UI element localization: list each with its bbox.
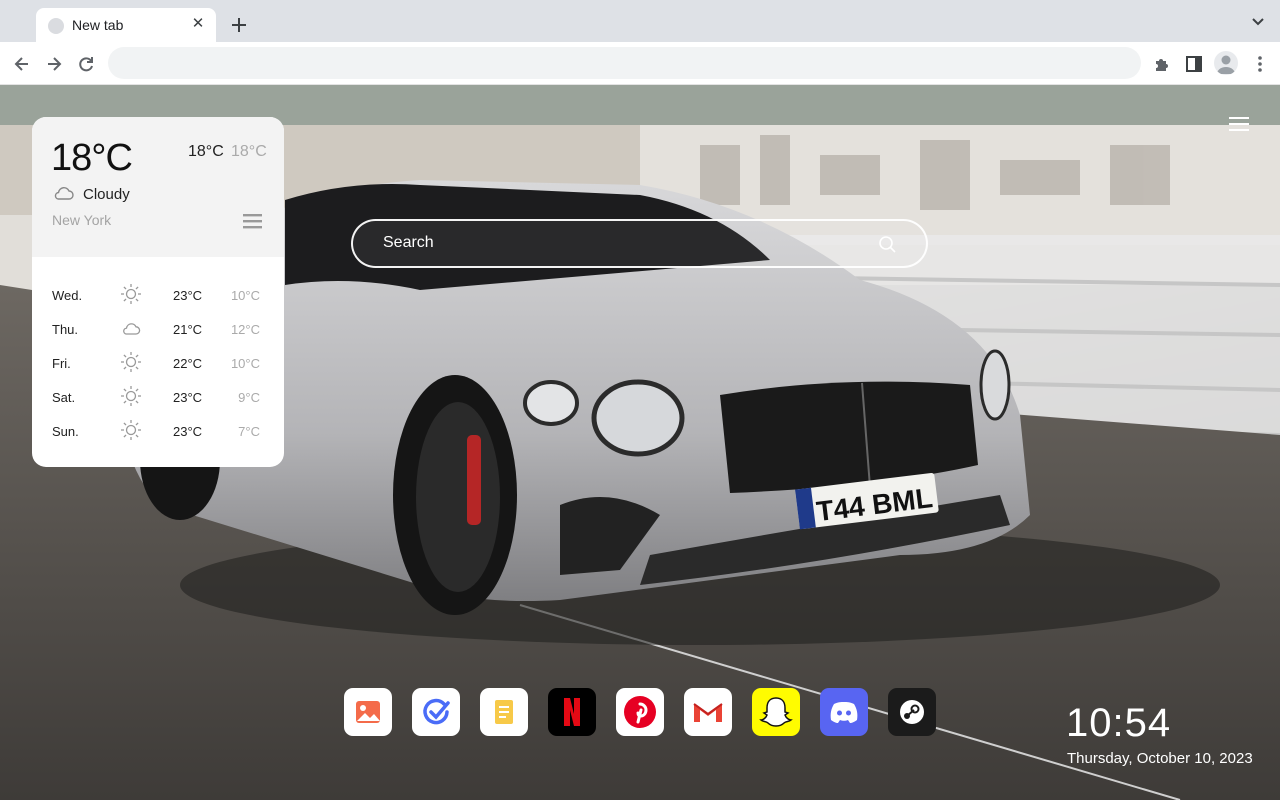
- pinterest-app-icon[interactable]: [616, 688, 664, 736]
- cloud-icon: [123, 323, 141, 335]
- forecast-high: 21°C: [173, 322, 203, 337]
- plus-icon[interactable]: [228, 14, 250, 36]
- search-icon[interactable]: [878, 235, 896, 253]
- forecast-row: Thu. 21°C 12°C: [32, 309, 284, 343]
- clock-date: Thursday, October 10, 2023: [1067, 750, 1253, 767]
- forecast-high: 23°C: [173, 288, 203, 303]
- chevron-down-icon[interactable]: [1250, 16, 1266, 28]
- clock-time: 10:54: [1066, 701, 1172, 745]
- reload-icon[interactable]: [76, 54, 96, 74]
- forecast-high: 23°C: [173, 390, 203, 405]
- browser-toolbar: [0, 42, 1280, 85]
- sun-icon: [121, 386, 141, 406]
- favicon-icon: [48, 18, 64, 34]
- forecast-day: Sat.: [52, 390, 76, 405]
- weather-city: New York: [52, 212, 112, 228]
- close-icon[interactable]: ✕: [190, 16, 206, 32]
- new-tab-page: T44 BML 18°C 18°C 18°C Cloudy New York W…: [0, 85, 1280, 800]
- side-panel-icon[interactable]: [1184, 54, 1204, 74]
- photos-app-icon[interactable]: [344, 688, 392, 736]
- tab-title: New tab: [72, 17, 124, 33]
- puzzle-icon[interactable]: [1152, 54, 1172, 74]
- weather-current: 18°C 18°C 18°C Cloudy New York: [32, 117, 284, 257]
- forecast-row: Wed. 23°C 10°C: [32, 275, 284, 309]
- forecast-day: Thu.: [52, 322, 79, 337]
- sun-icon: [121, 352, 141, 372]
- check-app-icon[interactable]: [412, 688, 460, 736]
- discord-app-icon[interactable]: [820, 688, 868, 736]
- avatar-icon[interactable]: [1214, 51, 1238, 75]
- forecast-low: 10°C: [230, 356, 260, 371]
- steam-app-icon[interactable]: [888, 688, 936, 736]
- cloud-icon: [54, 187, 74, 200]
- sun-icon: [121, 284, 141, 304]
- weather-condition: Cloudy: [83, 186, 130, 203]
- arrow-right-icon[interactable]: [44, 54, 64, 74]
- forecast-row: Sun. 23°C 7°C: [32, 411, 284, 445]
- forecast-low: 7°C: [238, 424, 260, 439]
- arrow-left-icon[interactable]: [12, 54, 32, 74]
- tab-new-tab[interactable]: New tab ✕: [36, 8, 216, 42]
- forecast-low: 12°C: [230, 322, 260, 337]
- today-high: 18°C: [188, 143, 224, 160]
- today-low: 18°C: [231, 143, 267, 160]
- forecast-high: 22°C: [173, 356, 203, 371]
- forecast-day: Sun.: [52, 424, 79, 439]
- snapchat-app-icon[interactable]: [752, 688, 800, 736]
- forecast-day: Fri.: [52, 356, 71, 371]
- netflix-app-icon[interactable]: [548, 688, 596, 736]
- three-dot-menu-icon[interactable]: [1250, 54, 1270, 74]
- hamburger-menu-icon[interactable]: [243, 213, 262, 229]
- search-box[interactable]: [351, 219, 928, 268]
- forecast-day: Wed.: [52, 288, 83, 303]
- weather-widget[interactable]: 18°C 18°C 18°C Cloudy New York Wed. 23°C…: [32, 117, 284, 467]
- gmail-app-icon[interactable]: [684, 688, 732, 736]
- address-bar[interactable]: [108, 47, 1141, 79]
- sun-icon: [121, 420, 141, 440]
- notes-app-icon[interactable]: [480, 688, 528, 736]
- current-temperature: 18°C: [51, 137, 133, 179]
- forecast-low: 10°C: [230, 288, 260, 303]
- forecast-low: 9°C: [238, 390, 260, 405]
- forecast-list: Wed. 23°C 10°C Thu. 21°C 12°C Fri. 22°C …: [32, 275, 284, 445]
- forecast-row: Sat. 23°C 9°C: [32, 377, 284, 411]
- tab-strip: New tab ✕: [0, 0, 1280, 42]
- search-input[interactable]: [383, 234, 863, 252]
- forecast-row: Fri. 22°C 10°C: [32, 343, 284, 377]
- forecast-high: 23°C: [173, 424, 203, 439]
- hamburger-menu-icon[interactable]: [1229, 117, 1249, 131]
